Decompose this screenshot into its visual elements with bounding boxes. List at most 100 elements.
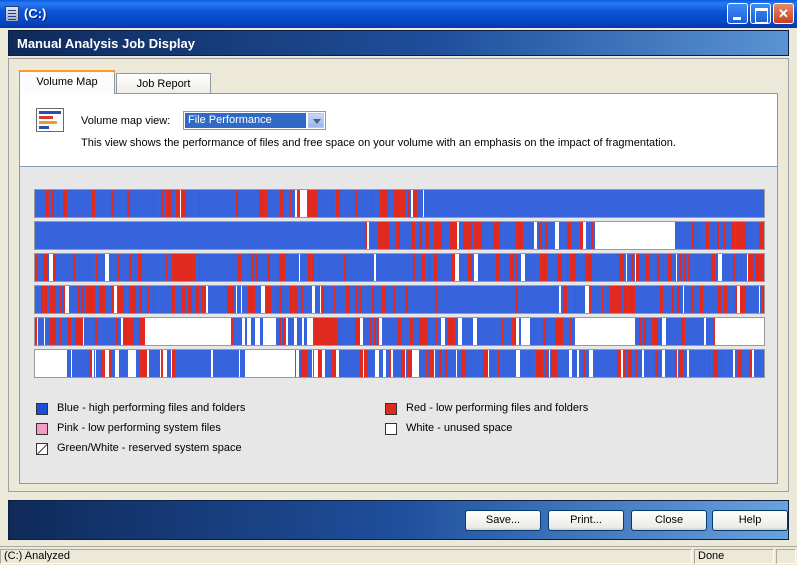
volume-map-fragment	[497, 222, 500, 249]
resize-grip[interactable]	[776, 549, 796, 564]
volume-map-fragment	[280, 190, 284, 217]
volume-map-fragment	[514, 318, 516, 345]
volume-map-fragment	[736, 222, 740, 249]
volume-map-fragment	[426, 350, 427, 377]
volume-map-fragment	[560, 318, 563, 345]
volume-map-free-space	[704, 318, 706, 345]
volume-map-fragment	[749, 350, 752, 377]
volume-map-free-space	[555, 222, 559, 249]
volume-map-fragment	[733, 254, 735, 281]
volume-map-fragment	[735, 286, 737, 313]
volume-map-free-space	[286, 318, 288, 345]
volume-map-tab-panel: Volume map view: File Performance This v…	[19, 93, 778, 484]
volume-map-view-select[interactable]: File Performance	[183, 111, 326, 130]
volume-map-fragment	[379, 222, 383, 249]
volume-map-free-space	[129, 350, 132, 377]
print-button[interactable]: Print...	[548, 510, 624, 531]
volume-map-fragment	[410, 318, 413, 345]
volume-map-free-space	[534, 222, 537, 249]
volume-map-fragment	[592, 222, 593, 249]
minimize-button[interactable]	[727, 3, 748, 24]
volume-map-fragment	[743, 222, 744, 249]
volume-map-fragment	[262, 190, 265, 217]
volume-map-fragment	[759, 254, 763, 281]
volume-map-fragment	[111, 190, 114, 217]
volume-map-fragment	[279, 318, 281, 345]
volume-map-free-space	[474, 254, 478, 281]
volume-map-fragment	[181, 254, 183, 281]
volume-map-fragment	[429, 254, 430, 281]
volume-map-free-space	[49, 254, 53, 281]
volume-map-fragment	[290, 286, 293, 313]
volume-map-fragment	[175, 254, 179, 281]
volume-map-fragment	[515, 286, 518, 313]
volume-map-fragment	[745, 222, 746, 249]
volume-map-free-space	[457, 222, 459, 249]
maximize-button[interactable]	[750, 3, 771, 24]
volume-map-fragment	[478, 222, 479, 249]
volume-map-fragment	[202, 286, 205, 313]
volume-map-free-space	[363, 350, 364, 377]
volume-map-fragment	[440, 350, 442, 377]
help-button[interactable]: Help	[712, 510, 788, 531]
volume-map-fragment	[251, 254, 254, 281]
volume-map-shade	[35, 254, 764, 281]
volume-map-fragment	[589, 254, 592, 281]
volume-map-fragment	[307, 254, 311, 281]
volume-map-fragment	[170, 190, 172, 217]
volume-map-fragment	[474, 222, 478, 249]
volume-map-fragment	[429, 350, 433, 377]
volume-map-fragment	[639, 318, 641, 345]
volume-map-fragment	[636, 254, 639, 281]
volume-map-fragment	[44, 254, 48, 281]
volume-map-fragment	[319, 318, 323, 345]
volume-map-fragment	[493, 350, 494, 377]
volume-map-fragment	[529, 222, 530, 249]
volume-map-fragment	[185, 254, 188, 281]
volume-map-fragment	[711, 254, 715, 281]
volume-map-fragment	[95, 318, 97, 345]
volume-map-free-space	[525, 318, 527, 345]
volume-map-fragment	[60, 286, 61, 313]
volume-map-free-space	[662, 318, 666, 345]
volume-map-fragment	[312, 190, 315, 217]
volume-map-fragment	[468, 254, 472, 281]
volume-map-fragment	[646, 254, 649, 281]
close-button[interactable]: Close	[631, 510, 707, 531]
volume-map-fragment	[92, 190, 93, 217]
volume-map-fragment	[623, 350, 626, 377]
volume-map-fragment	[427, 318, 428, 345]
volume-map-fragment	[676, 350, 677, 377]
volume-map-free-space	[737, 286, 740, 313]
volume-map-fragment	[346, 286, 350, 313]
volume-map-fragment	[53, 254, 56, 281]
volume-map-fragment	[129, 286, 132, 313]
close-window-button[interactable]: ✕	[773, 3, 794, 24]
volume-map-free-space	[527, 318, 530, 345]
volume-map-fragment	[73, 254, 75, 281]
volume-map-fragment	[436, 318, 437, 345]
volume-map-fragment	[749, 254, 753, 281]
volume-map-fragment	[713, 222, 714, 249]
volume-map-fragment	[463, 222, 466, 249]
volume-map-fragment	[41, 286, 43, 313]
view-select-label: Volume map view:	[81, 115, 171, 127]
volume-map-fragment	[49, 318, 50, 345]
tab-volume-map[interactable]: Volume Map	[19, 70, 115, 94]
volume-map-fragment	[748, 254, 749, 281]
volume-map-fragment	[679, 254, 680, 281]
volume-map-fragment	[336, 190, 338, 217]
tab-job-report[interactable]: Job Report	[116, 73, 211, 95]
volume-map-fragment	[564, 286, 567, 313]
view-options-area: Volume map view: File Performance This v…	[20, 94, 777, 167]
volume-map-fragment	[153, 190, 154, 217]
chevron-down-icon[interactable]	[308, 113, 324, 128]
volume-map-fragment	[382, 286, 386, 313]
save-button[interactable]: Save...	[465, 510, 541, 531]
volume-map-fragment	[372, 286, 374, 313]
volume-map-fragment	[714, 318, 715, 345]
volume-map-fragment	[567, 222, 571, 249]
volume-map-fragment	[383, 222, 387, 249]
volume-map-free-space	[595, 222, 675, 249]
volume-map-fragment	[355, 318, 356, 345]
